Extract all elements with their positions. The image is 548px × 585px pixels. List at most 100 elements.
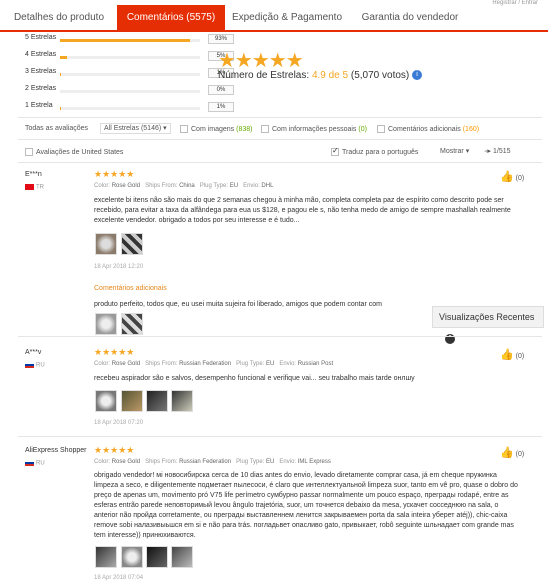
show-label: Mostrar — [440, 148, 464, 155]
average-rating-line: Número de Estrelas: 4.9 de 5 (5,070 voto… — [218, 70, 423, 81]
review-meta: Color: Rose Gold Ships From: Russian Fed… — [94, 361, 334, 367]
checkbox[interactable] — [25, 148, 33, 156]
review-stars: ★★★★★ — [94, 347, 135, 357]
tab-comments[interactable]: Comentários (5575) — [117, 5, 225, 30]
divider — [18, 139, 542, 140]
divider — [18, 436, 542, 437]
divider — [18, 336, 542, 337]
country-code: RU — [36, 362, 45, 369]
filter-personal-info[interactable]: Com informações pessoais (0) — [261, 125, 367, 133]
tab-bar: Detalhes do produto Comentários (5575) E… — [0, 5, 548, 32]
translate-label: Traduz para o português — [342, 148, 419, 156]
show-select[interactable]: Mostrar ▾ — [440, 147, 469, 155]
rating-bar — [60, 107, 200, 110]
rating-bar-fill — [60, 107, 62, 110]
rating-label: 2 Estrelas — [25, 85, 57, 92]
rating-row-4[interactable]: 4 Estrelas 5% — [25, 51, 234, 63]
thumbs-up-icon: 👍 — [500, 171, 514, 183]
review-photo[interactable] — [95, 390, 117, 412]
recent-views-label: Visualizações Recentes — [439, 312, 535, 322]
rating-percent: 0% — [208, 85, 234, 95]
like-count: (0) — [515, 353, 525, 360]
helpful-button[interactable]: 👍 (0) — [500, 170, 524, 183]
reviewer-name: E***n — [25, 171, 42, 178]
flag-ru-icon — [25, 460, 34, 466]
review-stars: ★★★★★ — [94, 169, 135, 179]
recent-views-button[interactable]: Visualizações Recentes⌃ — [432, 306, 544, 344]
stars-select[interactable]: All Estrelas (5146) ▾ — [100, 123, 171, 134]
review-text: obrigado vendedor! мі новосибирска cerca… — [94, 472, 518, 539]
flag-tr-icon — [25, 184, 34, 190]
rating-row-3[interactable]: 3 Estrelas 1% — [25, 68, 234, 80]
rating-label: 5 Estrelas — [25, 34, 57, 41]
filter-label: Avaliações de United States — [36, 148, 124, 156]
chevron-down-icon: ▾ — [465, 148, 470, 155]
filter-with-images[interactable]: Com imagens (838) — [180, 125, 252, 133]
review-date: 18 Apr 2018 12:20 — [94, 264, 144, 270]
pager: ◂▸ 1/515 — [484, 147, 511, 155]
rating-percent: 1% — [208, 102, 234, 112]
tab-shipping-payment[interactable]: Expedição & Pagamento — [228, 5, 346, 30]
divider — [18, 117, 542, 118]
review-text: recebeu aspirador são e salvos, desempen… — [94, 375, 415, 382]
rating-label: 3 Estrelas — [25, 68, 57, 75]
review-photo[interactable] — [121, 390, 143, 412]
info-icon[interactable]: i — [412, 70, 423, 81]
like-count: (0) — [515, 175, 525, 182]
review-date: 18 Apr 2018 07:20 — [94, 420, 144, 426]
thumbs-up-icon: 👍 — [500, 349, 514, 361]
rating-bar-fill — [60, 73, 62, 76]
review-meta: Color: Rose Gold Ships From: Russian Fed… — [94, 459, 331, 465]
translate-toggle[interactable]: Traduz para o português — [331, 146, 419, 156]
average-value: 4.9 de 5 — [311, 70, 349, 81]
reviewer-country: RU — [25, 362, 45, 369]
rating-bar-fill — [60, 39, 191, 42]
review-photo[interactable] — [121, 546, 143, 568]
helpful-button[interactable]: 👍 (0) — [500, 446, 524, 459]
review-photo[interactable] — [95, 546, 117, 568]
review-photo[interactable] — [146, 546, 168, 568]
filter-count: (160) — [462, 125, 480, 133]
checkbox[interactable] — [180, 125, 188, 133]
rating-bar-fill — [60, 56, 67, 59]
review-photo[interactable] — [171, 546, 193, 568]
review-photo[interactable] — [95, 233, 117, 255]
checkbox[interactable] — [377, 125, 385, 133]
review-photo[interactable] — [171, 390, 193, 412]
rating-percent: 93% — [208, 34, 234, 44]
country-code: RU — [36, 460, 45, 467]
filter-all-label: Todas as avaliações — [25, 125, 89, 132]
rating-label: 1 Estrela — [25, 102, 53, 109]
additional-comments-title: Comentários adicionais — [94, 285, 167, 292]
helpful-button[interactable]: 👍 (0) — [500, 348, 524, 361]
rating-bar — [60, 90, 200, 93]
reviewer-name: A***v — [25, 349, 42, 356]
review-stars: ★★★★★ — [94, 445, 135, 455]
tab-product-details[interactable]: Detalhes do produto — [4, 5, 114, 30]
review-meta: Color: Rose Gold Ships From: China Plug … — [94, 183, 274, 189]
filter-count: (0) — [358, 125, 367, 133]
review-photo[interactable] — [146, 390, 168, 412]
rating-label: 4 Estrelas — [25, 51, 57, 58]
rating-bar — [60, 56, 200, 59]
vote-count: (5,070 votos) — [350, 70, 410, 81]
average-label: Número de Estrelas: — [218, 70, 310, 81]
rating-bar — [60, 73, 200, 76]
thumbs-up-icon: 👍 — [500, 447, 514, 459]
reviewer-country: RU — [25, 460, 45, 467]
checkbox[interactable] — [261, 125, 269, 133]
rating-row-1[interactable]: 1 Estrela 1% — [25, 102, 234, 114]
rating-row-2[interactable]: 2 Estrelas 0% — [25, 85, 234, 97]
review-photo[interactable] — [121, 313, 143, 335]
review-photo[interactable] — [121, 233, 143, 255]
reviewer-name: AliExpress Shopper — [25, 447, 87, 454]
next-page-icon[interactable]: ▸ — [488, 148, 492, 155]
stars-select-value: All Estrelas (5146) — [104, 125, 162, 132]
tab-seller-guarantee[interactable]: Garantia do vendedor — [350, 5, 470, 30]
filter-label: Comentários adicionais — [388, 125, 461, 133]
filter-additional-comments[interactable]: Comentários adicionais (160) — [377, 125, 479, 133]
filter-us-reviews[interactable]: Avaliações de United States — [25, 148, 123, 156]
review-photo[interactable] — [95, 313, 117, 335]
rating-row-5[interactable]: 5 Estrelas 93% — [25, 34, 234, 46]
checkbox-checked[interactable] — [331, 146, 339, 156]
